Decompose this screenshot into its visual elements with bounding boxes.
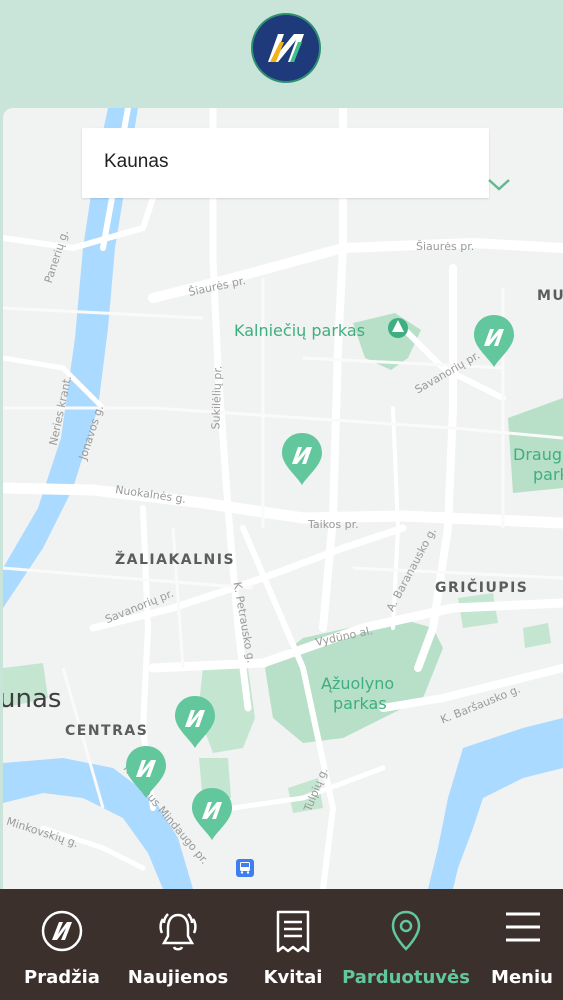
store-pin-icon[interactable]: [190, 786, 234, 842]
nav-label: Parduotuvės: [342, 967, 470, 988]
nav-item-news[interactable]: Naujienos: [120, 889, 236, 1000]
city-select-value: Kaunas: [104, 151, 169, 172]
district-label: CENTRAS: [65, 723, 149, 739]
park-label: Ąžuolyno: [321, 674, 395, 693]
nav-label: Pradžia: [24, 967, 100, 988]
nav-label: Meniu: [491, 967, 553, 988]
park-label: Draug: [513, 445, 562, 464]
street-label: Sukilėlių pr.: [209, 365, 225, 430]
nav-item-menu[interactable]: Meniu: [484, 889, 560, 1000]
nav-item-home[interactable]: Pradžia: [12, 889, 112, 1000]
bell-icon: [159, 913, 197, 951]
district-label: GRIČIUPIS: [435, 580, 529, 596]
bottom-nav: Pradžia Naujienos Kvitai Parduotuvės Men…: [0, 889, 563, 1000]
bus-stop-icon: [236, 859, 254, 877]
park-label: Kalniečių parkas: [234, 321, 366, 340]
store-map[interactable]: Panerių g. Šiaurės pr. Šiaurės pr. Nerie…: [3, 108, 563, 889]
city-select[interactable]: Kaunas: [82, 128, 489, 198]
store-pin-icon[interactable]: [472, 313, 516, 369]
district-label: MU: [537, 288, 563, 304]
nav-item-receipts[interactable]: Kvitai: [244, 889, 342, 1000]
chevron-down-icon[interactable]: [486, 176, 512, 194]
receipt-icon: [276, 910, 310, 953]
store-pin-icon[interactable]: [124, 744, 168, 800]
district-label: ŽALIAKALNIS: [115, 552, 236, 568]
nav-label: Naujienos: [127, 967, 229, 988]
store-pin-icon[interactable]: [280, 431, 324, 487]
hamburger-menu-icon: [506, 912, 540, 942]
store-pin-icon[interactable]: [173, 694, 217, 750]
nav-item-stores[interactable]: Parduotuvės: [340, 889, 472, 1000]
park-label: park: [533, 465, 563, 484]
street-label: Taikos pr.: [308, 518, 359, 531]
nav-label: Kvitai: [263, 967, 323, 988]
location-pin-icon: [391, 910, 421, 951]
neste-logo-icon: [251, 13, 321, 83]
park-label: parkas: [333, 694, 387, 713]
neste-home-icon: [41, 910, 83, 952]
app-header: [0, 0, 563, 108]
street-label: Šiaurės pr.: [416, 240, 475, 253]
city-label: unas: [3, 684, 62, 714]
